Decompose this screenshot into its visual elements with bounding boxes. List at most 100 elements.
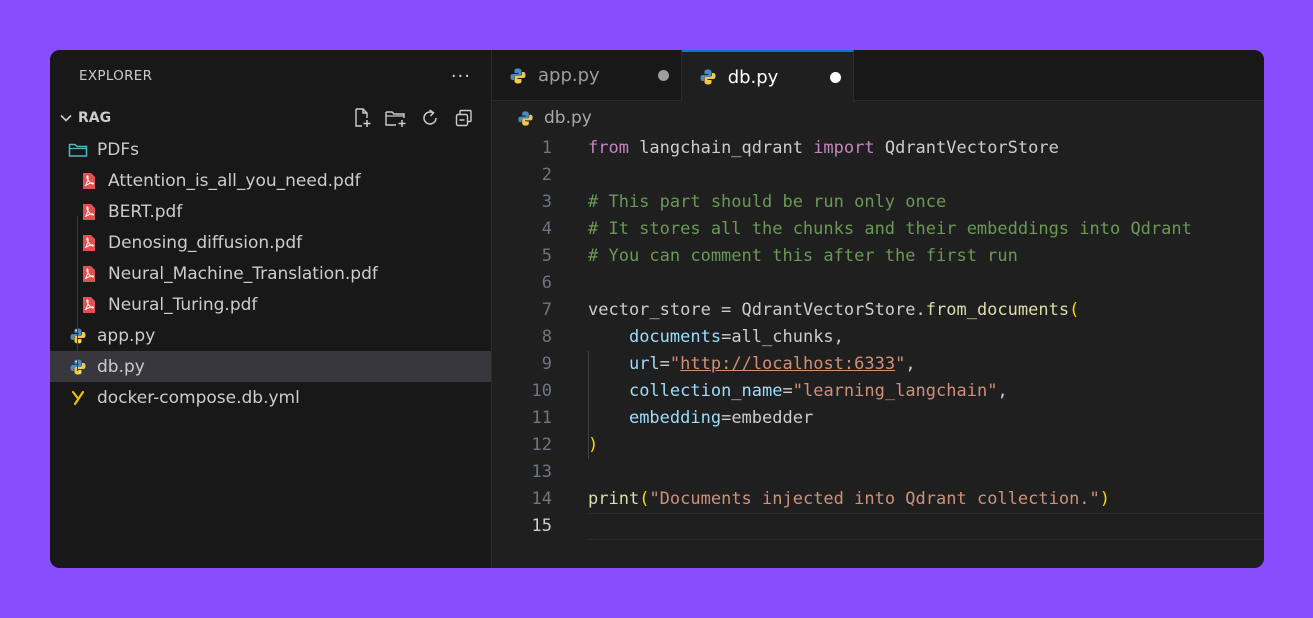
tree-file-pdf[interactable]: Neural_Machine_Translation.pdf [50, 258, 491, 289]
yaml-icon [68, 388, 88, 408]
code-token: from_documents [925, 300, 1070, 320]
code-line[interactable]: 3 # This part should be run only once [492, 189, 1264, 216]
line-number: 15 [531, 516, 552, 536]
pdf-file-icon [79, 264, 99, 284]
code-comment: # You can comment this after the first r… [588, 246, 1018, 266]
tree-label: Attention_is_all_you_need.pdf [108, 170, 361, 191]
pdf-file-icon [79, 295, 99, 315]
editor-window: EXPLORER ··· RAG PDFs Attention_is_all_y… [50, 50, 1264, 568]
explorer-header: EXPLORER ··· [50, 50, 491, 102]
code-line[interactable]: 14 print("Documents injected into Qdrant… [492, 486, 1264, 513]
tree-label: Neural_Turing.pdf [108, 294, 258, 315]
code-token: QdrantVectorStore [874, 138, 1059, 158]
code-line[interactable]: 2 [492, 162, 1264, 189]
tree-file-docker-compose[interactable]: docker-compose.db.yml [50, 382, 491, 413]
line-number: 4 [541, 219, 552, 239]
unsaved-dot-icon[interactable] [830, 71, 842, 83]
line-number: 5 [541, 246, 552, 266]
code-line[interactable]: 10 collection_name="learning_langchain", [492, 378, 1264, 405]
tree-file-db-py[interactable]: db.py [50, 351, 491, 382]
code-token: , [905, 354, 916, 374]
code-line[interactable]: 4 # It stores all the chunks and their e… [492, 216, 1264, 243]
line-number: 11 [531, 408, 552, 428]
tree-indent-guide [77, 216, 78, 371]
tree-label: Neural_Machine_Translation.pdf [108, 263, 378, 284]
code-line[interactable]: 13 [492, 459, 1264, 486]
tree-label: BERT.pdf [108, 201, 183, 222]
code-token: "learning_langchain" [792, 381, 998, 401]
chevron-down-icon[interactable] [58, 110, 74, 126]
tree-label: db.py [97, 356, 145, 377]
line-number: 1 [541, 138, 552, 158]
explorer-title: EXPLORER [79, 68, 153, 84]
tab-bar: app.py db.py [492, 50, 1264, 102]
code-token: documents [628, 327, 722, 347]
tree-label: app.py [97, 325, 156, 346]
code-token: " [895, 354, 906, 374]
code-line[interactable]: 7 vector_store = QdrantVectorStore.from_… [492, 297, 1264, 324]
line-number: 9 [541, 354, 552, 374]
breadcrumb-file[interactable]: db.py [544, 108, 592, 128]
code-line[interactable]: 5 # You can comment this after the first… [492, 243, 1264, 270]
line-number: 8 [541, 327, 552, 347]
code-token: ( [1069, 300, 1080, 320]
code-token: from [588, 138, 629, 158]
code-line[interactable]: 9 url="http://localhost:6333", [492, 351, 1264, 378]
code-token: ) [588, 435, 599, 455]
new-folder-icon[interactable] [383, 105, 409, 131]
code-line[interactable]: 8 documents=all_chunks, [492, 324, 1264, 351]
code-token: =embedder [721, 408, 814, 428]
line-number: 10 [531, 381, 552, 401]
code-line-current[interactable]: 15 [492, 513, 1264, 540]
tab-app-py[interactable]: app.py [492, 50, 682, 101]
code-token: embedding [628, 408, 722, 428]
line-number: 13 [531, 462, 552, 482]
tree-file-pdf[interactable]: Neural_Turing.pdf [50, 289, 491, 320]
line-number: 3 [541, 192, 552, 212]
code-line[interactable]: 12 ) [492, 432, 1264, 459]
code-token: import [813, 138, 875, 158]
unsaved-dot-icon[interactable] [657, 70, 669, 81]
python-icon [68, 357, 88, 377]
code-line[interactable]: 1 from langchain_qdrant import QdrantVec… [492, 135, 1264, 162]
tree-label: PDFs [97, 139, 139, 160]
code-token: url [628, 354, 660, 374]
refresh-icon[interactable] [417, 105, 443, 131]
tree-file-pdf[interactable]: Denosing_diffusion.pdf [50, 227, 491, 258]
more-actions-button[interactable]: ··· [451, 66, 471, 87]
tab-db-py[interactable]: db.py [681, 50, 855, 102]
line-number: 14 [531, 489, 552, 509]
code-token: = [782, 381, 793, 401]
line-number: 6 [541, 273, 552, 293]
code-token: ( [639, 489, 650, 509]
explorer-sidebar: EXPLORER ··· RAG PDFs Attention_is_all_y… [50, 50, 492, 568]
tree-file-app-py[interactable]: app.py [50, 320, 491, 351]
code-indent-guide [588, 351, 589, 459]
collapse-all-icon[interactable] [451, 105, 477, 131]
tree-folder-pdfs[interactable]: PDFs [50, 134, 491, 165]
tree-label: docker-compose.db.yml [97, 387, 300, 408]
tab-label: db.py [727, 66, 779, 88]
tree-file-pdf[interactable]: Attention_is_all_you_need.pdf [50, 165, 491, 196]
python-icon [516, 109, 534, 127]
code-token: = [659, 354, 670, 374]
tree-file-pdf[interactable]: BERT.pdf [50, 196, 491, 227]
python-icon [508, 66, 528, 86]
code-line[interactable]: 6 [492, 270, 1264, 297]
new-file-icon[interactable] [349, 105, 375, 131]
line-number: 7 [541, 300, 552, 320]
python-icon [68, 326, 88, 346]
python-icon [698, 67, 718, 87]
code-url-link[interactable]: http://localhost:6333 [680, 354, 895, 374]
code-token: =all_chunks, [721, 327, 844, 347]
code-editor[interactable]: 1 from langchain_qdrant import QdrantVec… [492, 135, 1264, 540]
code-comment: # This part should be run only once [588, 192, 947, 212]
code-comment: # It stores all the chunks and their emb… [588, 219, 1192, 239]
pdf-file-icon [79, 171, 99, 191]
workspace-section-header[interactable]: RAG [50, 102, 491, 134]
code-line[interactable]: 11 embedding=embedder [492, 405, 1264, 432]
